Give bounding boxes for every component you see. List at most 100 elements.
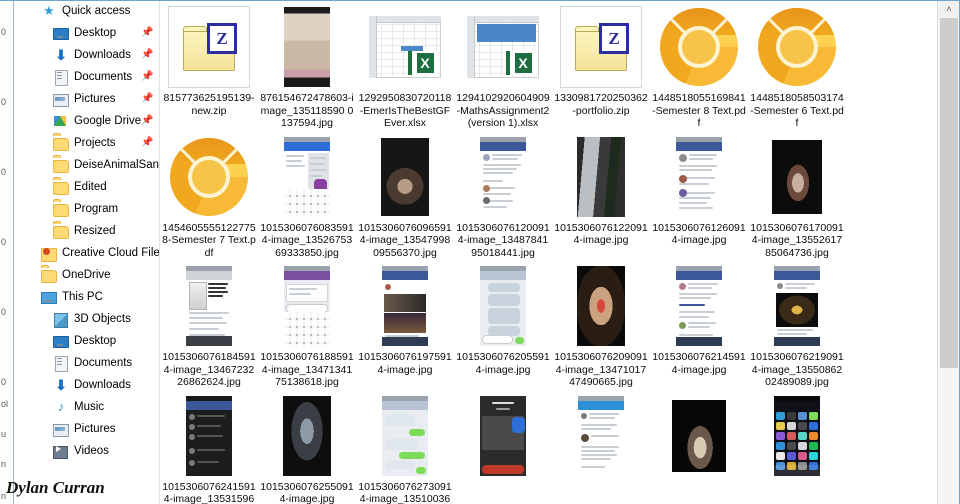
- sidebar-item-quick-access[interactable]: ★ Quick access: [14, 0, 159, 22]
- pin-icon[interactable]: 📌: [141, 50, 153, 60]
- file-thumbnail[interactable]: [749, 393, 845, 479]
- file-thumbnail[interactable]: X: [455, 4, 551, 90]
- ruler-mark: 0: [1, 237, 7, 247]
- file-item[interactable]: 1448518058503174-Semester 6 Text.pdf: [748, 0, 846, 130]
- file-grid-pane[interactable]: Z 815773625195139-new.zip 876154672478603-…: [160, 0, 938, 504]
- file-name: 815773625195139-new.zip: [163, 92, 255, 117]
- file-thumbnail[interactable]: [455, 263, 551, 349]
- file-name: 10153060760965914-image_1354799809556370…: [358, 221, 452, 259]
- pin-icon[interactable]: 📌: [141, 138, 153, 148]
- file-thumbnail[interactable]: [651, 393, 747, 479]
- sidebar-item-pictures[interactable]: Pictures 📌: [14, 88, 159, 110]
- file-thumbnail[interactable]: X: [357, 4, 453, 90]
- folder-icon: [41, 267, 57, 283]
- file-thumbnail[interactable]: [259, 4, 355, 90]
- sidebar-item-edited[interactable]: Edited: [14, 176, 159, 198]
- file-thumbnail[interactable]: [161, 393, 257, 479]
- window-top-edge: [0, 0, 960, 1]
- sidebar-item-this-pc[interactable]: This PC: [14, 286, 159, 308]
- file-item[interactable]: 10153060762145914-image.jpg: [650, 259, 748, 389]
- sidebar-item-program[interactable]: Program: [14, 198, 159, 220]
- file-item[interactable]: 10153060761700914-image_1355261785064736…: [748, 130, 846, 260]
- file-item[interactable]: 10153060762730914-image_1351003627804535…: [356, 389, 454, 504]
- file-item[interactable]: 10153060762415914-image_1353159601628593…: [160, 389, 258, 504]
- file-item[interactable]: 10153060762090914-image_1347101747490665…: [552, 259, 650, 389]
- file-thumbnail[interactable]: [259, 263, 355, 349]
- vertical-scrollbar[interactable]: ˄: [937, 0, 960, 504]
- sidebar-item-projects[interactable]: Projects 📌: [14, 132, 159, 154]
- file-item[interactable]: 10153060760835914-image_1352675369333850…: [258, 130, 356, 260]
- file-item[interactable]: X 1294102920604909-MathsAssignment2 (vers…: [454, 0, 552, 130]
- file-thumbnail[interactable]: [651, 134, 747, 220]
- file-thumbnail[interactable]: [161, 263, 257, 349]
- sidebar-item-google-drive[interactable]: Google Drive 📌: [14, 110, 159, 132]
- file-item[interactable]: 876154672478603-image_135118590 0137594.…: [258, 0, 356, 130]
- sidebar-item-documents[interactable]: Documents 📌: [14, 66, 159, 88]
- pin-icon[interactable]: 📌: [141, 72, 153, 82]
- file-thumbnail[interactable]: [161, 134, 257, 220]
- sidebar-item-pictures[interactable]: Pictures: [14, 418, 159, 440]
- file-item[interactable]: 10153060762055914-image.jpg: [454, 259, 552, 389]
- pin-icon[interactable]: 📌: [141, 28, 153, 38]
- file-thumbnail[interactable]: [651, 263, 747, 349]
- file-thumbnail[interactable]: [357, 263, 453, 349]
- file-item[interactable]: 10153060761220914-image.jpg: [552, 130, 650, 260]
- file-item[interactable]: 10153060762550914-image.jpg: [258, 389, 356, 504]
- pin-icon[interactable]: 📌: [141, 116, 153, 126]
- chrome-canary-icon: [660, 8, 738, 86]
- file-item[interactable]: [454, 389, 552, 504]
- file-item[interactable]: 1448518055169841-Semester 8 Text.pdf: [650, 0, 748, 130]
- file-thumbnail[interactable]: [357, 393, 453, 479]
- scrollbar-thumb[interactable]: [940, 18, 958, 368]
- sidebar-item-documents[interactable]: Documents: [14, 352, 159, 374]
- file-thumbnail[interactable]: Z: [553, 4, 649, 90]
- sidebar-item-music[interactable]: ♪ Music: [14, 396, 159, 418]
- file-thumbnail[interactable]: [259, 393, 355, 479]
- file-item[interactable]: 10153060761845914-image_1346723226862624…: [160, 259, 258, 389]
- file-item[interactable]: 10153060761885914-image_1347134175138618…: [258, 259, 356, 389]
- file-item[interactable]: [650, 389, 748, 504]
- file-item[interactable]: 10153060760965914-image_1354799809556370…: [356, 130, 454, 260]
- file-grid: Z 815773625195139-new.zip 876154672478603-…: [160, 0, 938, 504]
- sidebar-item-label: 3D Objects: [74, 313, 131, 325]
- scroll-up-button[interactable]: ˄: [939, 0, 959, 17]
- file-thumbnail[interactable]: [259, 134, 355, 220]
- file-thumbnail[interactable]: [749, 134, 845, 220]
- file-item[interactable]: [748, 389, 846, 504]
- file-thumbnail[interactable]: Z: [161, 4, 257, 90]
- sidebar-item-videos[interactable]: Videos: [14, 440, 159, 462]
- 3d-objects-icon: [53, 311, 69, 328]
- file-thumbnail[interactable]: [553, 134, 649, 220]
- navigation-sidebar[interactable]: ★ Quick access Desktop 📌 ⬇ Downloads 📌 Document…: [14, 0, 160, 504]
- pin-icon[interactable]: 📌: [141, 94, 153, 104]
- file-thumbnail[interactable]: [749, 4, 845, 90]
- sidebar-item-3d-objects[interactable]: 3D Objects: [14, 308, 159, 330]
- sidebar-item-onedrive[interactable]: OneDrive: [14, 264, 159, 286]
- file-name: 1330981720250362-portfolio.zip: [554, 92, 648, 117]
- file-item[interactable]: 10153060761260914-image.jpg: [650, 130, 748, 260]
- file-thumbnail[interactable]: [357, 134, 453, 220]
- file-item[interactable]: Z 1330981720250362-portfolio.zip: [552, 0, 650, 130]
- sidebar-item-downloads[interactable]: ⬇ Downloads 📌: [14, 44, 159, 66]
- sidebar-item-creative-cloud-files[interactable]: Creative Cloud Files: [14, 242, 159, 264]
- sidebar-item-desktop[interactable]: Desktop: [14, 330, 159, 352]
- sidebar-item-label: Google Drive: [74, 115, 142, 127]
- file-thumbnail[interactable]: [455, 134, 551, 220]
- file-item[interactable]: [552, 389, 650, 504]
- sidebar-item-resized[interactable]: Resized: [14, 220, 159, 242]
- file-thumbnail[interactable]: [455, 393, 551, 479]
- sidebar-item-desktop[interactable]: Desktop 📌: [14, 22, 159, 44]
- file-thumbnail[interactable]: [553, 393, 649, 479]
- file-thumbnail[interactable]: [749, 263, 845, 349]
- file-item[interactable]: 10153060761200914-image_1348784195018441…: [454, 130, 552, 260]
- sidebar-item-downloads[interactable]: ⬇ Downloads: [14, 374, 159, 396]
- sidebar-item-deiseanimalsanctu[interactable]: DeiseAnimalSanctu: [14, 154, 159, 176]
- file-item[interactable]: 10153060761975914-image.jpg: [356, 259, 454, 389]
- file-item[interactable]: 1454605555122775 8-Semester 7 Text.pdf: [160, 130, 258, 260]
- file-item[interactable]: Z 815773625195139-new.zip: [160, 0, 258, 130]
- file-item[interactable]: 10153060762190914-image_1355086202489089…: [748, 259, 846, 389]
- file-thumbnail[interactable]: [553, 263, 649, 349]
- file-thumbnail[interactable]: [651, 4, 747, 90]
- file-item[interactable]: X 1292950830720118-EmerIsTheBestGFEver.xl…: [356, 0, 454, 130]
- video-icon: [53, 443, 69, 459]
